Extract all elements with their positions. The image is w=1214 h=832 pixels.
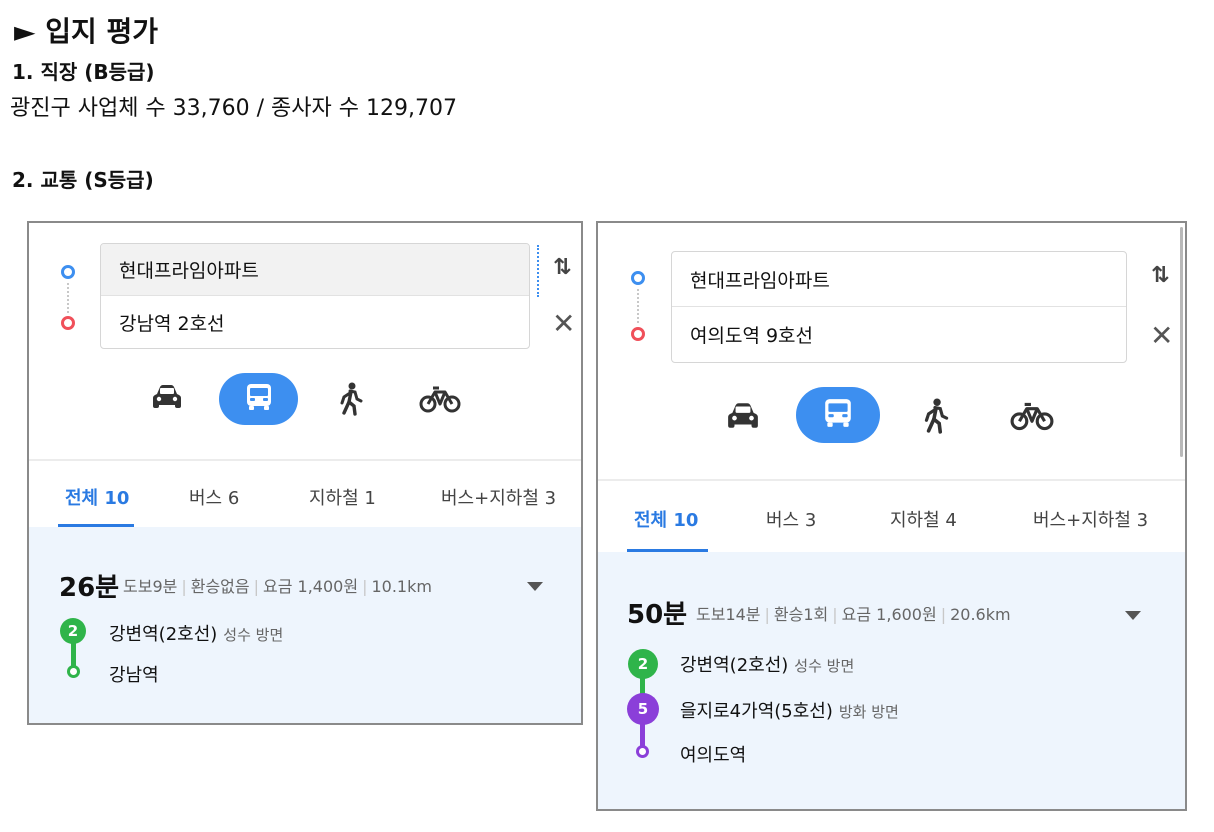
direction: 성수 방면 bbox=[223, 626, 284, 644]
route-inputs: 현대프라임아파트 강남역 2호선 bbox=[100, 243, 530, 349]
tab-subway[interactable]: 지하철 4 bbox=[890, 506, 957, 532]
transfer-station: 을지로4가역(5호선) 방화 방면 bbox=[680, 697, 899, 723]
bus-mode-button[interactable] bbox=[796, 387, 880, 443]
route-connector bbox=[67, 283, 69, 313]
route-result[interactable]: 50분 도보14분 | 환승1회 | 요금 1,600원 | 20.6km 2 강변역(2호… bbox=[598, 552, 1185, 809]
tab-all[interactable]: 전체 10 bbox=[634, 506, 698, 532]
tab-all[interactable]: 전체 10 bbox=[65, 484, 129, 510]
distance: 10.1km bbox=[371, 577, 432, 596]
end-stop-dot-icon bbox=[636, 745, 649, 758]
bus-icon bbox=[822, 397, 854, 433]
close-icon[interactable]: ✕ bbox=[1150, 319, 1173, 352]
walk-time: 도보14분 bbox=[696, 605, 761, 624]
route-inputs: 현대프라임아파트 여의도역 9호선 bbox=[671, 251, 1127, 363]
line2-badge: 2 bbox=[60, 618, 86, 644]
car-icon[interactable] bbox=[147, 377, 187, 417]
section-heading: ► 입지 평가 bbox=[14, 15, 159, 48]
boarding-station: 강변역(2호선) 성수 방면 bbox=[109, 620, 283, 646]
route-connector bbox=[637, 289, 639, 323]
caret-down-icon[interactable] bbox=[527, 582, 543, 591]
route-meta: 도보9분 | 환승없음 | 요금 1,400원 | 10.1km bbox=[123, 577, 432, 596]
origin-dot-icon bbox=[631, 271, 645, 285]
end-stop-dot-icon bbox=[67, 665, 80, 678]
tab-subway[interactable]: 지하철 1 bbox=[309, 484, 376, 510]
final-stop: 강남역 bbox=[109, 665, 159, 686]
tab-bus-subway[interactable]: 버스+지하철 3 bbox=[1033, 506, 1148, 532]
destination-input[interactable]: 여의도역 9호선 bbox=[672, 307, 1126, 362]
final-stop: 여의도역 bbox=[680, 745, 747, 766]
origin-input[interactable]: 현대프라임아파트 bbox=[672, 252, 1126, 307]
caret-down-icon[interactable] bbox=[1125, 611, 1141, 620]
scrollbar[interactable] bbox=[1180, 227, 1183, 457]
walk-icon[interactable] bbox=[331, 377, 371, 421]
station-name: 을지로4가역(5호선) bbox=[680, 701, 833, 722]
bike-icon[interactable] bbox=[417, 377, 463, 421]
boarding-station: 강변역(2호선) 성수 방면 bbox=[680, 651, 854, 677]
transfer-info: 환승없음 bbox=[190, 577, 250, 596]
origin-input[interactable]: 현대프라임아파트 bbox=[101, 244, 529, 296]
bus-icon bbox=[244, 382, 274, 416]
tab-bus-subway[interactable]: 버스+지하철 3 bbox=[441, 484, 556, 510]
destination-dot-icon bbox=[631, 327, 645, 341]
line2-badge: 2 bbox=[628, 649, 658, 679]
tabs-divider bbox=[29, 459, 581, 461]
fare: 요금 1,600원 bbox=[841, 605, 937, 624]
line5-badge: 5 bbox=[627, 693, 659, 725]
origin-dot-icon bbox=[61, 265, 75, 279]
direction: 성수 방면 bbox=[794, 657, 855, 675]
station-name: 강변역(2호선) bbox=[109, 624, 218, 645]
destination-dot-icon bbox=[61, 316, 75, 330]
focus-indicator bbox=[537, 245, 539, 297]
route-card-gangnam: 현대프라임아파트 강남역 2호선 ⇅ ✕ 전체 10 버스 6 지하철 1 버스… bbox=[27, 221, 583, 725]
travel-time: 26분 bbox=[59, 573, 120, 603]
destination-input[interactable]: 강남역 2호선 bbox=[101, 296, 529, 348]
distance: 20.6km bbox=[950, 605, 1011, 624]
fare: 요금 1,400원 bbox=[263, 577, 359, 596]
tab-bus[interactable]: 버스 6 bbox=[189, 484, 239, 510]
walk-time: 도보9분 bbox=[123, 577, 178, 596]
route-meta: 도보14분 | 환승1회 | 요금 1,600원 | 20.6km bbox=[696, 605, 1011, 624]
car-icon[interactable] bbox=[722, 395, 764, 437]
section2-title: 2. 교통 (S등급) bbox=[12, 168, 154, 192]
route-card-yeouido: 현대프라임아파트 여의도역 9호선 ⇅ ✕ 전체 10 버스 3 지하철 4 버… bbox=[596, 221, 1187, 811]
swap-icon[interactable]: ⇅ bbox=[553, 255, 571, 280]
bus-mode-button[interactable] bbox=[219, 373, 298, 425]
bike-icon[interactable] bbox=[1008, 393, 1056, 439]
tabs-divider bbox=[598, 479, 1185, 481]
section1-title: 1. 직장 (B등급) bbox=[12, 60, 155, 84]
travel-time: 50분 bbox=[627, 600, 688, 630]
walk-icon[interactable] bbox=[915, 393, 957, 439]
station-name: 강변역(2호선) bbox=[680, 655, 789, 676]
route-result[interactable]: 26분 도보9분 | 환승없음 | 요금 1,400원 | 10.1km 2 강변역(2호선… bbox=[29, 527, 581, 723]
section1-text: 광진구 사업체 수 33,760 / 종사자 수 129,707 bbox=[10, 96, 457, 121]
close-icon[interactable]: ✕ bbox=[552, 307, 575, 340]
transfer-info: 환승1회 bbox=[773, 605, 829, 624]
tab-bus[interactable]: 버스 3 bbox=[766, 506, 816, 532]
swap-icon[interactable]: ⇅ bbox=[1151, 263, 1169, 288]
direction: 방화 방면 bbox=[838, 703, 899, 721]
